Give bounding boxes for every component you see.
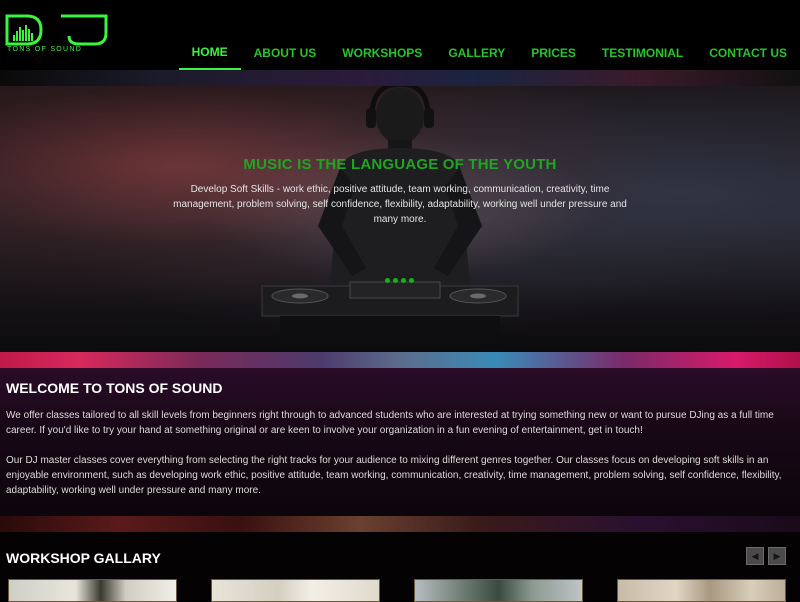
header-glow-divider xyxy=(0,70,800,86)
slider-dot-1[interactable] xyxy=(385,278,390,283)
nav-gallery[interactable]: GALLERY xyxy=(435,36,518,70)
welcome-glow-divider xyxy=(0,516,800,532)
gallery-thumbnail-1[interactable] xyxy=(8,579,177,602)
slider-dot-2[interactable] xyxy=(393,278,398,283)
arrow-right-icon: ▶ xyxy=(773,551,781,561)
hero-title: MUSIC IS THE LANGUAGE OF THE YOUTH xyxy=(243,156,557,173)
gallery-prev-button[interactable]: ◀ xyxy=(746,547,764,565)
hero-description: Develop Soft Skills - work ethic, positi… xyxy=(173,184,627,225)
dj-logo-icon: TONS OF SOUND xyxy=(5,14,108,53)
slider-dot-3[interactable] xyxy=(401,278,406,283)
gallery-thumbnail-3[interactable] xyxy=(414,579,583,602)
main-nav: HOME ABOUT US WORKSHOPS GALLERY PRICES T… xyxy=(178,36,800,70)
nav-about-us[interactable]: ABOUT US xyxy=(241,36,330,70)
nav-contact-us[interactable]: CONTACT US xyxy=(696,36,800,70)
gallery-thumbnail-2[interactable] xyxy=(211,579,380,602)
site-logo[interactable]: TONS OF SOUND xyxy=(5,13,115,53)
welcome-section: WELCOME TO TONS OF SOUND We offer classe… xyxy=(0,368,800,516)
welcome-paragraph-2: Our DJ master classes cover everything f… xyxy=(6,455,782,496)
gallery-thumbnail-4[interactable] xyxy=(617,579,786,602)
nav-prices[interactable]: PRICES xyxy=(518,36,589,70)
arrow-left-icon: ◀ xyxy=(751,551,759,561)
gallery-next-button[interactable]: ▶ xyxy=(768,547,786,565)
slider-dots xyxy=(385,278,414,283)
logo-tagline: TONS OF SOUND xyxy=(7,46,82,53)
nav-testimonial[interactable]: TESTIMONIAL xyxy=(589,36,696,70)
nav-workshops[interactable]: WORKSHOPS xyxy=(329,36,435,70)
gallery-heading: WORKSHOP GALLARY xyxy=(6,550,161,566)
site-header: TONS OF SOUND HOME ABOUT US WORKSHOPS GA… xyxy=(0,0,800,70)
welcome-heading: WELCOME TO TONS OF SOUND xyxy=(6,380,223,396)
welcome-paragraph-1: We offer classes tailored to all skill l… xyxy=(6,410,774,436)
workshop-gallery-section: WORKSHOP GALLARY ◀ ▶ xyxy=(0,532,800,602)
hero-slider: MUSIC IS THE LANGUAGE OF THE YOUTH Devel… xyxy=(0,86,800,352)
hero-glow-divider xyxy=(0,352,800,368)
slider-dot-4[interactable] xyxy=(409,278,414,283)
nav-home[interactable]: HOME xyxy=(178,36,241,70)
